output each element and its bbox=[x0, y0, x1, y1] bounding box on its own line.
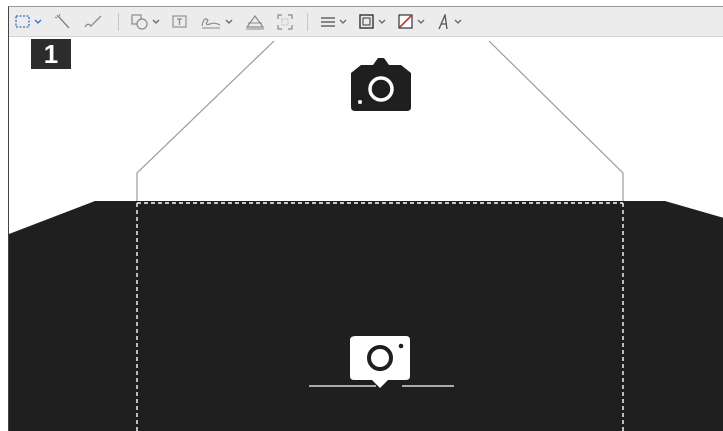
rectangular-selection-tool[interactable] bbox=[15, 11, 42, 33]
adjust-size-tool[interactable] bbox=[277, 11, 293, 33]
step-number-badge: 1 bbox=[31, 39, 71, 69]
markup-toolbar bbox=[9, 7, 723, 37]
chevron-down-icon bbox=[417, 19, 425, 25]
adjust-color-tool[interactable] bbox=[245, 11, 265, 33]
adjust-color-icon bbox=[245, 14, 265, 30]
text-style-tool[interactable] bbox=[437, 11, 462, 33]
rectangular-selection-icon bbox=[15, 14, 31, 29]
guide-lines bbox=[136, 40, 275, 201]
shapes-icon bbox=[131, 13, 149, 30]
sketch-icon bbox=[84, 14, 104, 30]
chevron-down-icon bbox=[378, 19, 386, 25]
fill-color-tool[interactable] bbox=[398, 11, 425, 33]
shapes-tool[interactable] bbox=[131, 11, 160, 33]
preview-window: 1 bbox=[8, 6, 723, 431]
text-tool[interactable] bbox=[172, 11, 188, 33]
border-color-tool[interactable] bbox=[359, 11, 386, 33]
sign-tool[interactable] bbox=[200, 11, 233, 33]
toolbar-separator bbox=[118, 12, 119, 31]
text-icon bbox=[172, 14, 188, 30]
sign-icon bbox=[200, 14, 222, 30]
shape-style-tool[interactable] bbox=[320, 11, 347, 33]
fill-color-icon bbox=[398, 13, 414, 30]
sketch-tool[interactable] bbox=[84, 11, 104, 33]
toolbar-separator bbox=[307, 12, 308, 31]
chevron-down-icon bbox=[339, 19, 347, 25]
dark-region bbox=[9, 201, 723, 431]
text-style-icon bbox=[437, 13, 451, 30]
image-canvas[interactable] bbox=[9, 7, 723, 431]
camera-icon bbox=[351, 58, 411, 111]
adjust-size-icon bbox=[277, 13, 293, 30]
border-color-icon bbox=[359, 13, 375, 30]
shape-style-icon bbox=[320, 15, 336, 29]
chevron-down-icon bbox=[34, 19, 42, 25]
instant-alpha-icon bbox=[54, 13, 72, 30]
instant-alpha-tool[interactable] bbox=[54, 11, 72, 33]
chevron-down-icon bbox=[454, 19, 462, 25]
chevron-down-icon bbox=[225, 19, 233, 25]
chevron-down-icon bbox=[152, 19, 160, 25]
